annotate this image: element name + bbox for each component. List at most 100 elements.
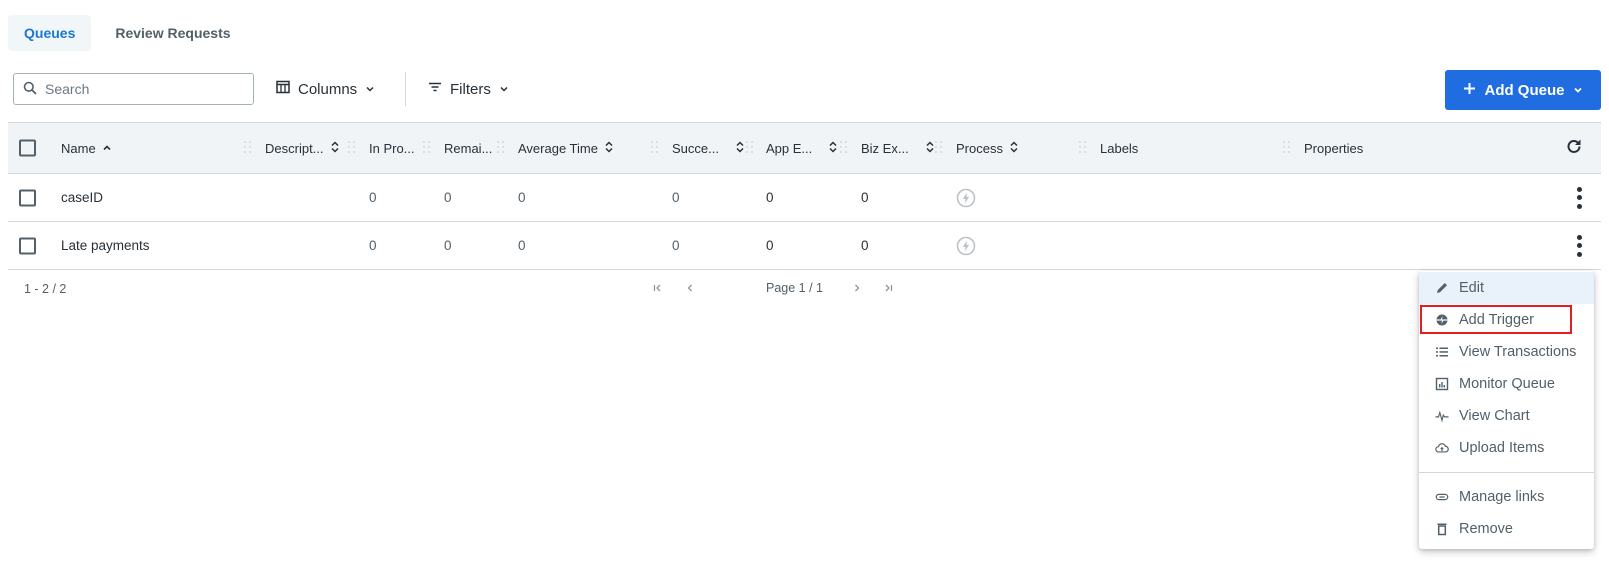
cell-successful: 0 <box>672 174 680 221</box>
column-label: Properties <box>1304 141 1363 156</box>
menu-item-upload-items[interactable]: Upload Items <box>1419 432 1594 464</box>
cell-remaining: 0 <box>444 222 452 269</box>
chevron-down-icon <box>499 81 509 98</box>
pagination: 1 - 2 / 2 Page 1 / 1 <box>8 270 1601 310</box>
trash-icon <box>1435 522 1449 536</box>
menu-item-label: Edit <box>1459 280 1484 296</box>
column-header-in-progress[interactable]: In Pro... <box>369 123 415 173</box>
cell-app-exceptions: 0 <box>766 222 774 269</box>
column-label: Name <box>61 141 96 156</box>
table-row[interactable]: caseID 0 0 0 0 0 0 <box>8 174 1601 222</box>
sort-icon <box>925 141 935 156</box>
select-all-checkbox[interactable] <box>19 140 36 157</box>
column-resize-handle[interactable] <box>840 141 848 155</box>
next-page-icon[interactable] <box>851 282 863 297</box>
page-label: Page 1 / 1 <box>766 281 823 295</box>
previous-page-icon[interactable] <box>684 282 696 297</box>
column-label: Labels <box>1100 141 1138 156</box>
sort-icon <box>604 141 614 156</box>
column-header-process[interactable]: Process <box>956 123 1019 173</box>
menu-item-label: Upload Items <box>1459 440 1544 456</box>
last-page-icon[interactable] <box>882 282 894 297</box>
search-box[interactable] <box>13 73 254 105</box>
cell-name[interactable]: Late payments <box>61 222 150 269</box>
link-icon <box>1435 490 1449 504</box>
pencil-icon <box>1435 281 1449 295</box>
menu-item-label: Monitor Queue <box>1459 376 1555 392</box>
chevron-down-icon <box>365 81 375 98</box>
cell-name[interactable]: caseID <box>61 174 103 221</box>
sort-icon <box>1009 141 1019 156</box>
column-label: In Pro... <box>369 141 415 156</box>
menu-item-monitor-queue[interactable]: Monitor Queue <box>1419 368 1594 400</box>
column-header-description[interactable]: Descript... <box>265 123 340 173</box>
column-resize-handle[interactable] <box>746 141 754 155</box>
column-header-name[interactable]: Name <box>61 123 112 173</box>
cell-successful: 0 <box>672 222 680 269</box>
column-resize-handle[interactable] <box>651 141 659 155</box>
columns-icon <box>276 80 290 98</box>
plus-icon <box>1463 82 1476 99</box>
column-label: Remai... <box>444 141 492 156</box>
menu-divider <box>1419 472 1594 473</box>
trigger-icon <box>1435 313 1449 327</box>
column-header-remaining[interactable]: Remai... <box>444 123 492 173</box>
menu-item-view-chart[interactable]: View Chart <box>1419 400 1594 432</box>
menu-item-view-transactions[interactable]: View Transactions <box>1419 336 1594 368</box>
menu-item-add-trigger[interactable]: Add Trigger <box>1419 304 1594 336</box>
column-resize-handle[interactable] <box>497 141 505 155</box>
lightning-icon[interactable] <box>956 222 976 269</box>
menu-item-label: View Chart <box>1459 408 1530 424</box>
chevron-down-icon <box>1573 82 1583 99</box>
cell-average-time: 0 <box>518 222 526 269</box>
column-header-app-exceptions[interactable]: App E... <box>766 123 838 173</box>
column-resize-handle[interactable] <box>423 141 431 155</box>
menu-item-label: Manage links <box>1459 489 1544 505</box>
search-icon <box>23 81 37 98</box>
row-context-menu: Edit Add Trigger View Transactions Monit… <box>1419 271 1594 549</box>
column-resize-handle[interactable] <box>348 141 356 155</box>
pulse-icon <box>1435 409 1449 423</box>
sort-icon <box>330 141 340 156</box>
tab-queues[interactable]: Queues <box>8 15 91 51</box>
tab-review-requests[interactable]: Review Requests <box>99 15 246 51</box>
column-header-labels[interactable]: Labels <box>1100 123 1138 173</box>
menu-item-remove[interactable]: Remove <box>1419 513 1594 545</box>
column-header-properties[interactable]: Properties <box>1304 123 1363 173</box>
cell-biz-exceptions: 0 <box>861 174 869 221</box>
column-header-average-time[interactable]: Average Time <box>518 123 614 173</box>
row-checkbox[interactable] <box>19 237 36 254</box>
column-resize-handle[interactable] <box>1079 141 1087 155</box>
queues-grid: Name Descript... In Pro... Remai... Aver… <box>8 122 1601 270</box>
column-resize-handle[interactable] <box>935 141 943 155</box>
column-resize-handle[interactable] <box>244 141 252 155</box>
first-page-icon[interactable] <box>652 282 664 297</box>
table-row[interactable]: Late payments 0 0 0 0 0 0 <box>8 222 1601 270</box>
monitor-chart-icon <box>1435 377 1449 391</box>
lightning-icon[interactable] <box>956 174 976 221</box>
cell-in-progress: 0 <box>369 222 377 269</box>
cell-app-exceptions: 0 <box>766 174 774 221</box>
cell-average-time: 0 <box>518 174 526 221</box>
columns-label: Columns <box>298 81 357 98</box>
sort-icon <box>735 141 745 156</box>
toolbar: Columns Filters Add Queue <box>13 73 1601 107</box>
search-input[interactable] <box>45 81 235 97</box>
column-header-biz-exceptions[interactable]: Biz Ex... <box>861 123 935 173</box>
row-actions-kebab-icon[interactable] <box>1575 235 1583 257</box>
refresh-icon[interactable] <box>1565 138 1583 159</box>
column-header-successful[interactable]: Succe... <box>672 123 745 173</box>
column-label: Process <box>956 141 1003 156</box>
menu-item-manage-links[interactable]: Manage links <box>1419 481 1594 513</box>
column-resize-handle[interactable] <box>1283 141 1291 155</box>
cell-in-progress: 0 <box>369 174 377 221</box>
filter-icon <box>428 80 442 98</box>
menu-item-edit[interactable]: Edit <box>1419 272 1594 304</box>
columns-button[interactable]: Columns <box>276 73 375 105</box>
filters-button[interactable]: Filters <box>428 73 509 105</box>
row-checkbox[interactable] <box>19 189 36 206</box>
add-queue-button[interactable]: Add Queue <box>1445 70 1601 110</box>
toolbar-divider <box>405 72 406 106</box>
cloud-upload-icon <box>1435 441 1449 455</box>
row-actions-kebab-icon[interactable] <box>1575 187 1583 209</box>
